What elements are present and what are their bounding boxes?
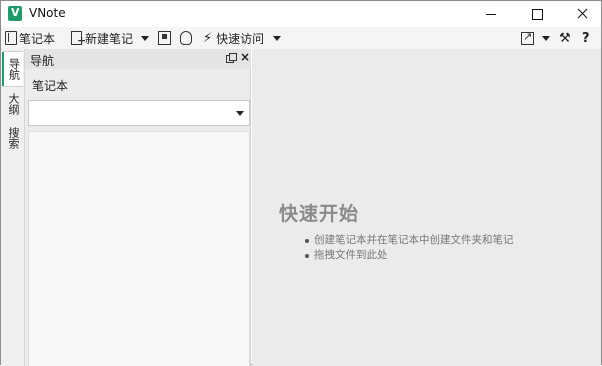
import-icon — [158, 31, 171, 45]
quick-start-list: 创建笔记本并在笔记本中创建文件夹和笔记 拖拽文件到此处 — [304, 233, 514, 263]
tab-navigation[interactable]: 导航 — [2, 51, 23, 87]
new-note-icon — [71, 31, 86, 46]
expand-view-button[interactable] — [521, 29, 534, 47]
help-button[interactable]: ? — [582, 29, 590, 47]
list-item: 拖拽文件到此处 — [304, 248, 514, 263]
window-title: VNote — [29, 6, 66, 20]
new-note-dropdown-button[interactable] — [141, 29, 149, 47]
quick-access-dropdown-button[interactable] — [273, 29, 281, 47]
chevron-down-icon — [236, 111, 244, 116]
maximize-button[interactable] — [514, 1, 560, 27]
notebook-menu-label: 笔记本 — [19, 31, 56, 46]
notebook-select[interactable] — [28, 100, 250, 126]
close-panel-button[interactable]: × — [240, 50, 250, 64]
navigation-panel: 导航 × 笔记本 — [25, 49, 251, 366]
quick-access-label: 快速访问 — [216, 31, 265, 46]
new-note-button[interactable]: 新建笔记 — [71, 29, 133, 47]
notebook-icon — [5, 31, 17, 45]
lightning-icon: ⚡︎ — [203, 30, 213, 46]
chevron-down-icon — [542, 35, 550, 41]
notebook-menu-button[interactable]: 笔记本 — [5, 29, 55, 47]
settings-button[interactable]: ⚒ — [559, 29, 571, 47]
vnote-logo-icon — [8, 6, 22, 21]
tools-icon: ⚒ — [559, 30, 571, 46]
expand-icon — [521, 30, 534, 45]
side-tab-strip: 导航 大纲 搜索 — [1, 49, 25, 366]
chevron-down-icon — [273, 35, 281, 41]
chevron-down-icon — [141, 35, 149, 41]
import-button[interactable] — [158, 29, 171, 47]
notebook-tree[interactable] — [28, 131, 250, 366]
navigation-panel-header: 导航 × — [25, 49, 251, 69]
app-window: VNote 笔记本 新建笔记 ⚡︎ 快速访问 — [0, 0, 602, 366]
float-panel-icon[interactable] — [226, 53, 237, 63]
close-window-button[interactable] — [560, 1, 602, 27]
tab-search[interactable]: 搜索 — [3, 121, 23, 155]
new-note-label: 新建笔记 — [85, 31, 134, 46]
main-toolbar: 笔记本 新建笔记 ⚡︎ 快速访问 ⚒ ? — [1, 27, 601, 49]
list-item: 创建笔记本并在笔记本中创建文件夹和笔记 — [304, 233, 514, 248]
tips-button[interactable] — [180, 29, 192, 47]
quick-start-title: 快速开始 — [279, 203, 360, 225]
minimize-button[interactable] — [468, 1, 514, 27]
lightbulb-icon — [180, 31, 192, 45]
navigation-panel-title: 导航 — [30, 54, 55, 68]
expand-dropdown-button[interactable] — [542, 29, 550, 47]
tab-outline[interactable]: 大纲 — [3, 87, 23, 121]
main-area: 快速开始 创建笔记本并在笔记本中创建文件夹和笔记 拖拽文件到此处 — [252, 49, 601, 366]
notebook-label: 笔记本 — [32, 79, 69, 93]
title-bar: VNote — [1, 1, 601, 27]
quick-access-button[interactable]: ⚡︎ 快速访问 — [203, 29, 264, 47]
